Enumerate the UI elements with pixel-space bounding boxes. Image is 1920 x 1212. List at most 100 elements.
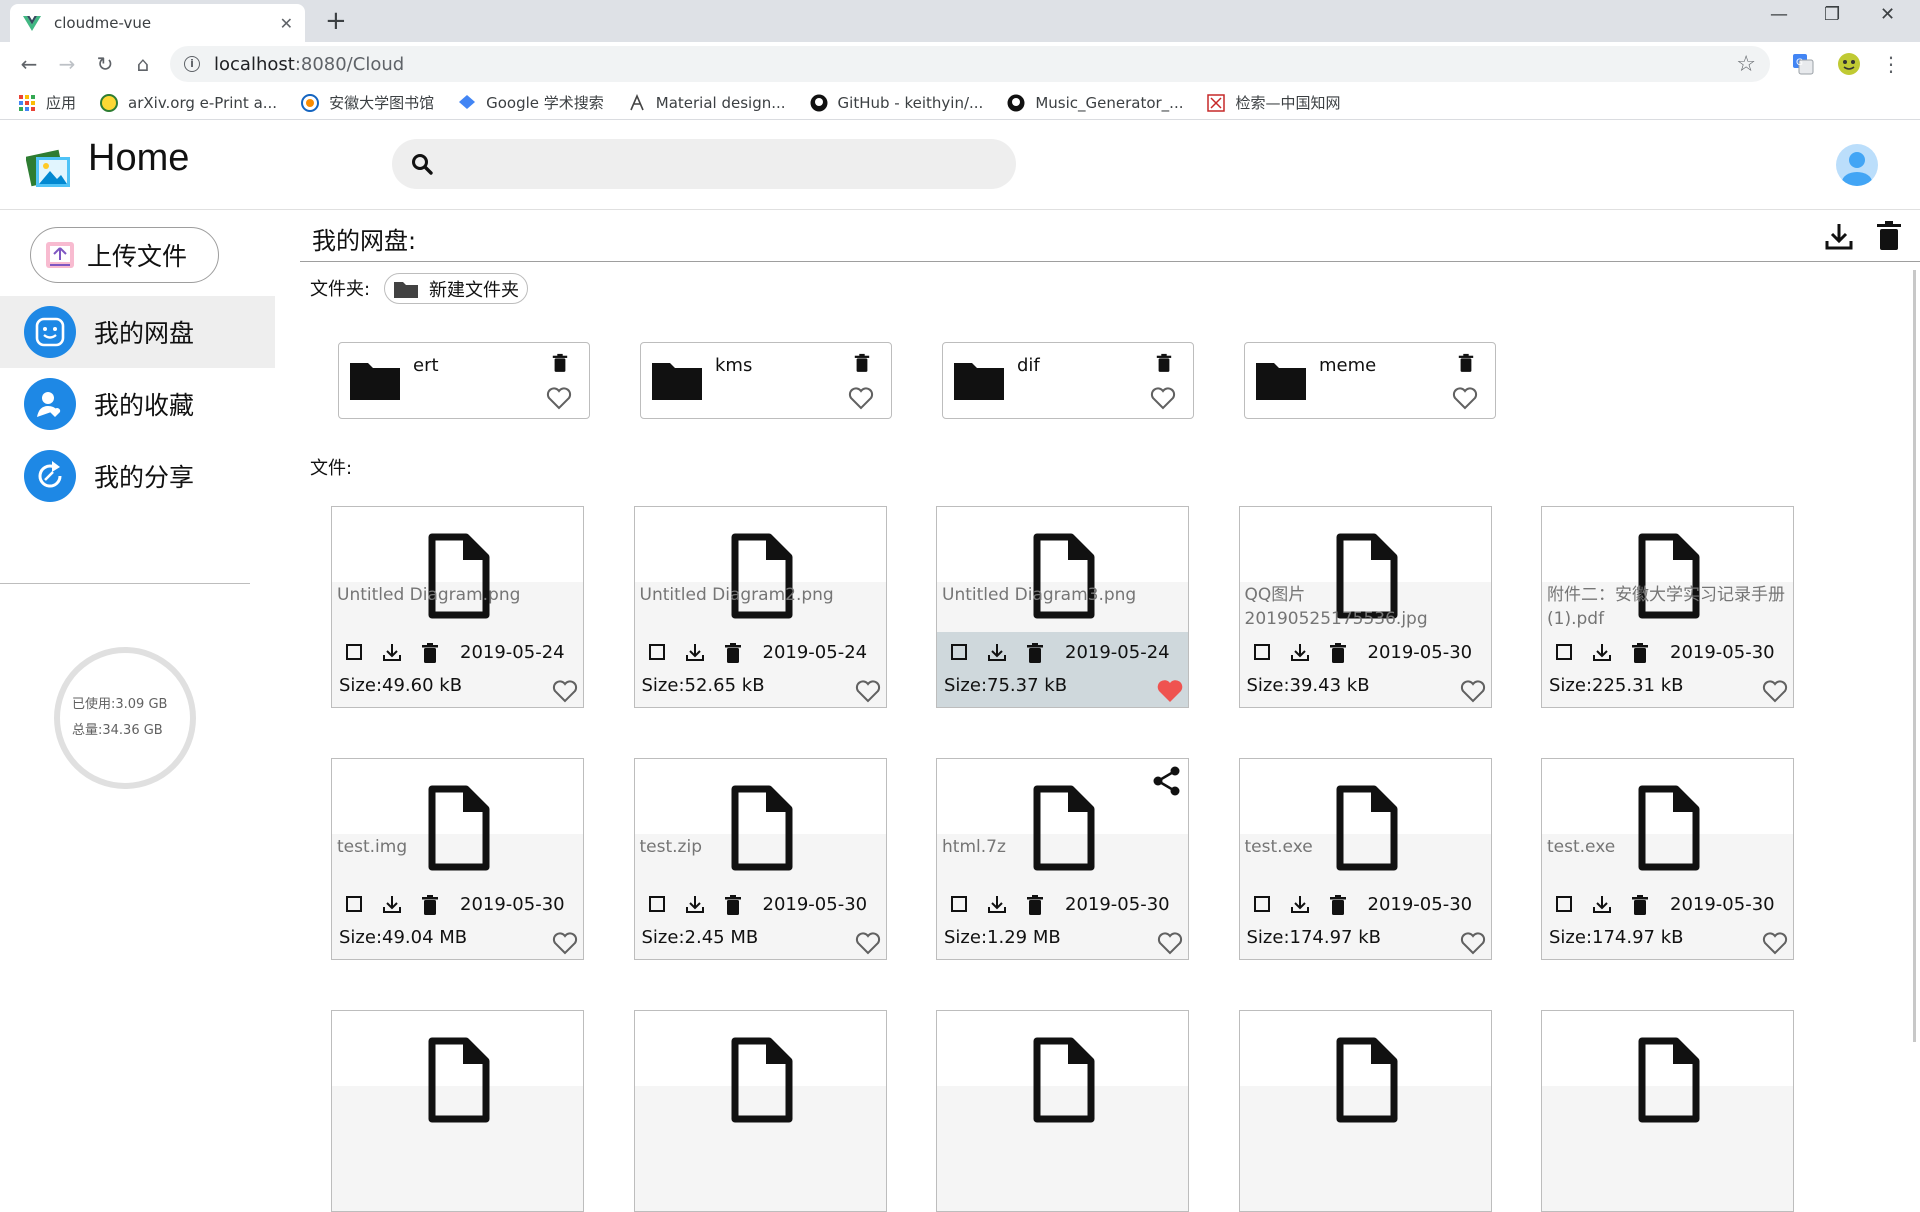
bookmark-apps[interactable]: 应用 [18,92,76,113]
delete-folder-icon[interactable] [853,353,871,373]
profile-extension-icon[interactable] [1832,51,1866,77]
select-checkbox-icon[interactable] [647,642,667,662]
search-input[interactable] [452,149,992,179]
download-icon[interactable] [1290,642,1310,662]
search-bar[interactable] [392,139,1016,189]
delete-icon[interactable] [1328,642,1348,663]
file-card[interactable] [633,1010,887,1212]
favorite-heart-icon[interactable] [854,930,882,956]
bookmark-material[interactable]: Material design... [628,93,786,112]
favorite-heart-icon[interactable] [1459,678,1487,704]
bookmark-cnki[interactable]: 检索—中国知网 [1207,92,1341,113]
delete-icon[interactable] [1025,642,1045,663]
folder-card[interactable]: meme [1244,342,1496,419]
bookmark-github-2[interactable]: Music_Generator_... [1007,94,1183,112]
file-card[interactable] [1541,1010,1794,1212]
download-icon[interactable] [382,894,402,914]
download-icon[interactable] [382,642,402,662]
home-icon[interactable]: ⌂ [124,52,162,76]
delete-icon[interactable] [1630,642,1650,663]
bookmark-star-icon[interactable]: ☆ [1736,52,1756,77]
favorite-heart-icon[interactable] [545,385,573,411]
file-card[interactable]: test.img 2019-05-30 Size:49.04 MB [331,758,584,960]
download-icon[interactable] [987,894,1007,914]
download-icon[interactable] [1592,642,1612,662]
favorite-heart-icon[interactable] [1459,930,1487,956]
select-checkbox-icon[interactable] [949,642,969,662]
select-checkbox-icon[interactable] [344,894,364,914]
favorite-heart-icon[interactable] [1156,930,1184,956]
file-card[interactable] [331,1010,584,1212]
shared-icon[interactable] [1151,765,1183,797]
tab-close-icon[interactable]: ✕ [280,14,293,33]
select-checkbox-icon[interactable] [1554,642,1574,662]
select-checkbox-icon[interactable] [647,894,667,914]
reload-icon[interactable]: ↻ [86,52,124,76]
download-icon[interactable] [685,642,705,662]
file-card[interactable]: Untitled Diagram.png 2019-05-24 Size:49.60… [331,506,584,708]
browser-tab[interactable]: cloudme-vue ✕ [10,4,305,42]
file-card[interactable] [936,1010,1189,1212]
delete-icon[interactable] [420,642,440,663]
favorite-heart-icon[interactable] [1451,385,1479,411]
delete-icon[interactable] [1328,894,1348,915]
download-icon[interactable] [685,894,705,914]
select-checkbox-icon[interactable] [949,894,969,914]
favorite-heart-icon[interactable] [551,930,579,956]
file-card[interactable]: html.7z 2019-05-30 Size:1.29 MB [936,758,1189,960]
select-checkbox-icon[interactable] [344,642,364,662]
file-card[interactable]: test.exe 2019-05-30 Size:174.97 kB [1238,758,1492,960]
folder-card[interactable]: kms [640,342,892,419]
select-checkbox-icon[interactable] [1252,642,1272,662]
delete-icon[interactable] [723,894,743,915]
bookmark-scholar[interactable]: Google 学术搜索 [458,92,604,113]
favorite-heart-icon[interactable] [1149,385,1177,411]
address-bar[interactable]: i localhost:8080/Cloud ☆ [170,46,1770,82]
sidebar-item-favorites[interactable]: 我的收藏 [0,368,275,440]
browser-menu-icon[interactable]: ⋮ [1872,52,1910,76]
translate-extension-icon[interactable]: G [1786,51,1820,77]
file-card[interactable]: Untitled Diagram2.png 2019-05-24 Size:52.6… [633,506,887,708]
delete-folder-icon[interactable] [1155,353,1173,373]
restore-icon[interactable]: ❐ [1824,4,1840,25]
new-tab-button[interactable]: + [325,6,347,36]
download-icon[interactable] [1822,219,1856,253]
select-checkbox-icon[interactable] [1554,894,1574,914]
favorite-heart-icon[interactable] [1156,678,1184,704]
window-close-icon[interactable]: ✕ [1880,4,1895,25]
download-icon[interactable] [1290,894,1310,914]
delete-icon[interactable] [1025,894,1045,915]
forward-icon[interactable]: → [48,52,86,76]
file-card[interactable]: QQ图片20190525175536.jpg 2019-05-30 Size:39.… [1238,506,1492,708]
file-card[interactable]: Untitled Diagram3.png 2019-05-24 Size:75.3… [936,506,1189,708]
delete-icon[interactable] [723,642,743,663]
back-icon[interactable]: ← [10,52,48,76]
favorite-heart-icon[interactable] [854,678,882,704]
favorite-heart-icon[interactable] [847,385,875,411]
select-checkbox-icon[interactable] [1252,894,1272,914]
scrollbar[interactable] [1913,270,1916,1042]
folder-card[interactable]: ert [338,342,590,419]
new-folder-button[interactable]: 新建文件夹 [384,273,528,304]
delete-icon[interactable] [1630,894,1650,915]
file-card[interactable]: test.zip 2019-05-30 Size:2.45 MB [633,758,887,960]
delete-folder-icon[interactable] [1457,353,1475,373]
delete-icon[interactable] [1872,219,1906,253]
file-card[interactable] [1238,1010,1492,1212]
sidebar-item-shares[interactable]: 我的分享 [0,440,275,512]
bookmark-library[interactable]: 安徽大学图书馆 [301,92,434,113]
site-info-icon[interactable]: i [184,56,200,72]
delete-icon[interactable] [420,894,440,915]
folder-card[interactable]: dif [942,342,1194,419]
favorite-heart-icon[interactable] [551,678,579,704]
favorite-heart-icon[interactable] [1761,678,1789,704]
search-icon[interactable] [410,152,434,176]
minimize-icon[interactable]: — [1770,4,1788,25]
delete-folder-icon[interactable] [551,353,569,373]
sidebar-item-my-drive[interactable]: 我的网盘 [0,296,275,368]
bookmark-arxiv[interactable]: arXiv.org e-Print a... [100,93,277,112]
favorite-heart-icon[interactable] [1761,930,1789,956]
download-icon[interactable] [1592,894,1612,914]
upload-button[interactable]: 上传文件 [30,227,219,283]
file-card[interactable]: test.exe 2019-05-30 Size:174.97 kB [1541,758,1794,960]
